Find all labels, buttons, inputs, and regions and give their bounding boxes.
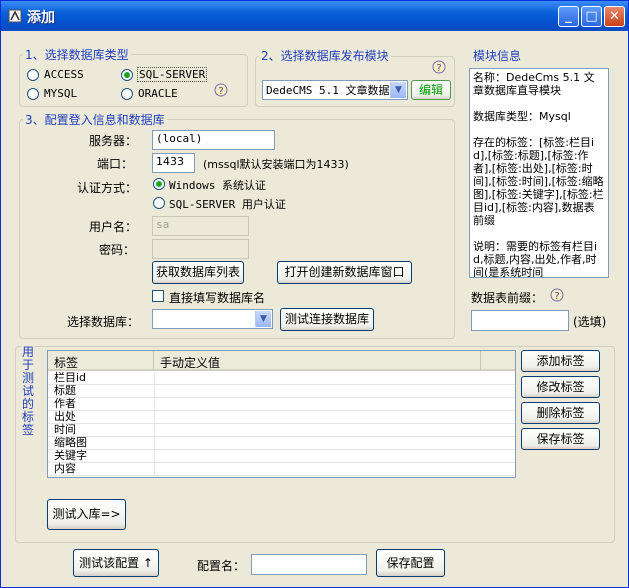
module-info-legend: 模块信息 bbox=[471, 47, 524, 64]
test-import-button[interactable]: 测试入库=> bbox=[47, 499, 126, 530]
close-button[interactable]: ✕ bbox=[604, 6, 625, 27]
tag-cell: 时间 bbox=[54, 423, 76, 436]
tag-cell: 出处 bbox=[54, 410, 76, 423]
tag-cell: 缩略图 bbox=[54, 436, 87, 449]
tag-column-header[interactable]: 标签 bbox=[48, 351, 154, 371]
optional-label: (选填) bbox=[573, 315, 607, 329]
svg-text:?: ? bbox=[436, 63, 441, 74]
access-label[interactable]: ACCESS bbox=[44, 68, 84, 81]
table-row[interactable]: 关键字 bbox=[48, 450, 515, 463]
tag-cell: 内容 bbox=[54, 462, 76, 475]
windows-auth-label[interactable]: Windows 系统认证 bbox=[169, 177, 266, 193]
title-bar[interactable]: 添加 _ □ ✕ bbox=[1, 1, 628, 31]
select-db-dropdown[interactable]: ▼ bbox=[152, 309, 273, 329]
sqlserver-label[interactable]: SQL-SERVER bbox=[137, 67, 208, 82]
value-column-header[interactable]: 手动定义值 bbox=[154, 351, 481, 371]
sql-auth-label[interactable]: SQL-SERVER 用户认证 bbox=[169, 196, 286, 212]
app-icon bbox=[8, 9, 22, 23]
save-config-button[interactable]: 保存配置 bbox=[376, 549, 445, 577]
sql-auth-radio[interactable] bbox=[153, 197, 165, 209]
module-info-text[interactable]: 名称：DedeCms 5.1 文章数据库直导模块 数据库类型：Mysql 存在的… bbox=[469, 68, 609, 278]
maximize-button[interactable]: □ bbox=[581, 6, 602, 27]
module-info-line: 存在的标签：[标签:栏目id],[标签:标题],[标签:作者],[标签:出处],… bbox=[473, 136, 604, 227]
table-prefix-input[interactable] bbox=[471, 310, 569, 331]
tag-cell: 标题 bbox=[54, 384, 76, 397]
server-label: 服务器： bbox=[89, 134, 138, 148]
add-dialog-window: 添加 _ □ ✕ 1、选择数据库类型 ACCESS SQL-SERVER MYS… bbox=[0, 0, 629, 588]
table-row[interactable]: 出处 bbox=[48, 411, 515, 424]
chevron-down-icon[interactable]: ▼ bbox=[255, 311, 271, 327]
password-label: 密码： bbox=[99, 243, 136, 257]
table-prefix-label: 数据表前缀： bbox=[471, 291, 544, 305]
username-input[interactable]: sa bbox=[152, 216, 249, 236]
module-info-line: 数据库类型：Mysql bbox=[473, 110, 571, 123]
modify-tag-button[interactable]: 修改标签 bbox=[521, 376, 600, 398]
username-label: 用户名： bbox=[89, 220, 138, 234]
get-db-list-button[interactable]: 获取数据库列表 bbox=[152, 261, 244, 284]
svg-text:?: ? bbox=[554, 291, 559, 302]
access-radio[interactable] bbox=[27, 69, 39, 81]
table-row[interactable]: 缩略图 bbox=[48, 437, 515, 450]
module-legend: 2、选择数据库发布模块 bbox=[259, 47, 391, 64]
table-row[interactable]: 栏目id bbox=[48, 372, 515, 385]
direct-fill-checkbox[interactable] bbox=[152, 290, 164, 302]
server-input[interactable]: (local) bbox=[152, 130, 275, 150]
port-input[interactable]: 1433 bbox=[152, 153, 195, 173]
window-title: 添加 bbox=[27, 10, 55, 26]
module-select[interactable]: DedeCMS 5.1 文章数据, ▼ bbox=[262, 80, 408, 100]
table-row[interactable]: 作者 bbox=[48, 398, 515, 411]
edit-module-button[interactable]: 编辑 bbox=[411, 80, 451, 100]
mysql-label[interactable]: MYSQL bbox=[44, 87, 77, 100]
tags-legend: 用于测试的标签 bbox=[21, 345, 35, 437]
save-tag-button[interactable]: 保存标签 bbox=[521, 428, 600, 450]
config-legend: 3、配置登入信息和数据库 bbox=[23, 111, 167, 128]
chevron-down-icon[interactable]: ▼ bbox=[390, 82, 406, 98]
oracle-radio[interactable] bbox=[121, 88, 133, 100]
password-input[interactable] bbox=[152, 239, 249, 259]
table-row[interactable]: 标题 bbox=[48, 385, 515, 398]
delete-tag-button[interactable]: 删除标签 bbox=[521, 402, 600, 424]
help-icon[interactable]: ? bbox=[213, 83, 229, 99]
config-name-label: 配置名： bbox=[197, 559, 246, 573]
oracle-label[interactable]: ORACLE bbox=[138, 87, 178, 100]
tag-cell: 栏目id bbox=[54, 371, 87, 384]
help-icon[interactable]: ? bbox=[431, 60, 447, 76]
direct-fill-label[interactable]: 直接填写数据库名 bbox=[169, 289, 265, 306]
db-type-legend: 1、选择数据库类型 bbox=[23, 46, 131, 63]
test-connection-button[interactable]: 测试连接数据库 bbox=[280, 308, 374, 331]
module-selected-value: DedeCMS 5.1 文章数据, bbox=[266, 84, 397, 97]
test-config-button[interactable]: 测试该配置 ↑ bbox=[73, 549, 159, 577]
tags-table[interactable]: 标签 手动定义值 栏目id 标题 作者 出处 时间 缩略图 关键字 内容 bbox=[47, 350, 516, 478]
minimize-button[interactable]: _ bbox=[558, 6, 579, 27]
tag-cell: 作者 bbox=[54, 397, 76, 410]
table-row[interactable]: 内容 bbox=[48, 463, 515, 476]
port-label: 端口： bbox=[97, 157, 134, 171]
table-row[interactable]: 时间 bbox=[48, 424, 515, 437]
auth-label: 认证方式： bbox=[77, 181, 138, 195]
add-tag-button[interactable]: 添加标签 bbox=[521, 350, 600, 372]
select-db-label: 选择数据库： bbox=[67, 315, 140, 329]
help-icon[interactable]: ? bbox=[549, 288, 565, 304]
open-create-db-button[interactable]: 打开创建新数据库窗口 bbox=[277, 261, 412, 284]
empty-column-header bbox=[481, 351, 515, 371]
module-info-line: 名称：DedeCms 5.1 文章数据库直导模块 bbox=[473, 71, 595, 97]
port-hint: (mssql默认安装端口为1433) bbox=[203, 158, 349, 171]
sqlserver-radio[interactable] bbox=[121, 69, 133, 81]
tag-cell: 关键字 bbox=[54, 449, 87, 462]
config-name-input[interactable] bbox=[251, 554, 367, 575]
windows-auth-radio[interactable] bbox=[153, 178, 165, 190]
svg-text:?: ? bbox=[218, 86, 223, 97]
module-info-line: 说明：需要的标签有栏目id,标题,内容,出处,作者,时间(是系统时间 bbox=[473, 240, 598, 278]
mysql-radio[interactable] bbox=[27, 88, 39, 100]
